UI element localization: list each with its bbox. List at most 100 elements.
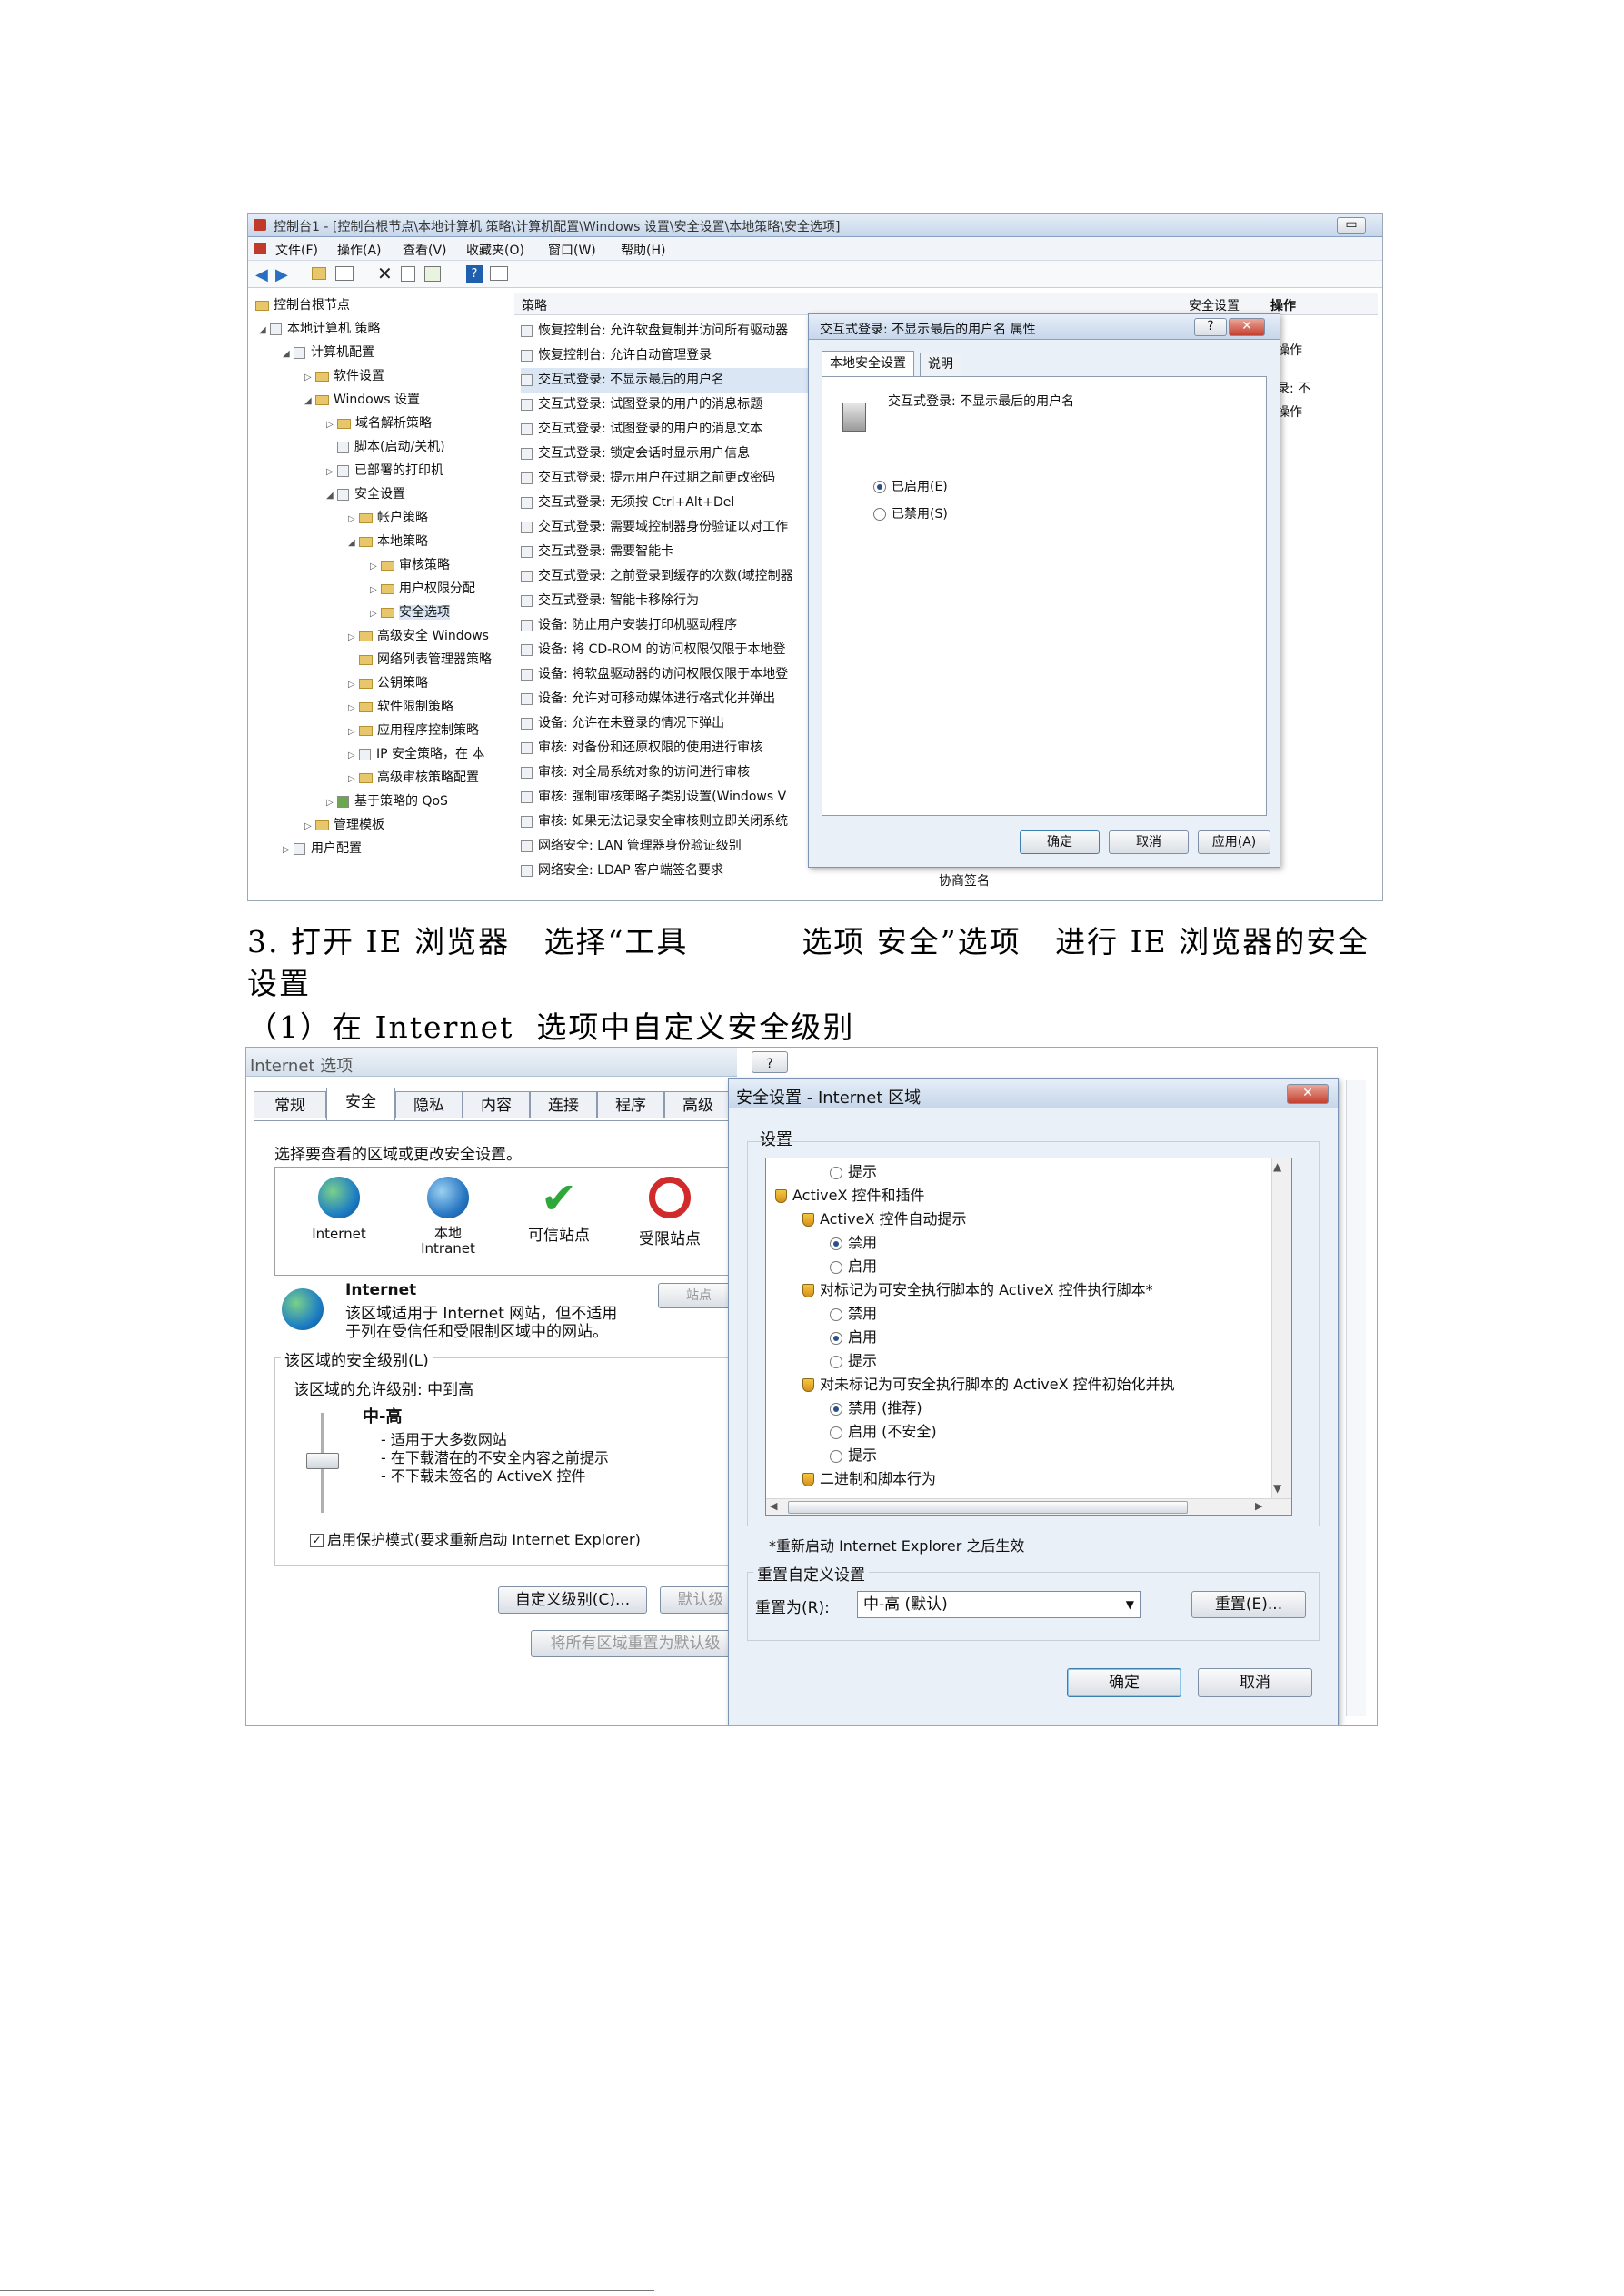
setting-option-radio[interactable]: 提示 [830,1160,877,1184]
expand-triangle-icon[interactable]: ▷ [326,791,337,815]
expand-triangle-icon[interactable]: ▷ [370,602,381,626]
policy-row[interactable]: 设备: 将 CD-ROM 的访问权限仅限于本地登 [521,638,812,662]
menu-window[interactable]: 窗口(W) [548,241,596,259]
apply-button[interactable]: 应用(A) [1198,830,1270,854]
setting-item[interactable]: 对未标记为可安全执行脚本的 ActiveX 控件初始化并执 [802,1373,1175,1396]
policy-row[interactable]: 网络安全: LAN 管理器身份验证级别 [521,834,812,859]
tree-item[interactable]: ◢ 本地计算机 策略 [259,317,380,341]
collapse-triangle-icon[interactable]: ◢ [304,390,315,413]
expand-triangle-icon[interactable]: ▷ [283,839,294,862]
menu-view[interactable]: 查看(V) [403,241,447,259]
vertical-scrollbar[interactable] [1271,1158,1291,1498]
policy-row[interactable]: 交互式登录: 不显示最后的用户名 [521,368,812,393]
zone-trusted-sites[interactable]: ✔ 可信站点 [513,1177,604,1245]
cancel-button[interactable]: 取消 [1198,1668,1312,1697]
collapse-triangle-icon[interactable]: ◢ [283,343,294,366]
menu-file[interactable]: 文件(F) [275,241,318,259]
menu-favorites[interactable]: 收藏夹(O) [466,241,524,259]
policy-row[interactable]: 审核: 对全局系统对象的访问进行审核 [521,760,812,785]
policy-row[interactable]: 交互式登录: 无须按 Ctrl+Alt+Del [521,491,812,515]
collapse-triangle-icon[interactable]: ◢ [259,319,270,343]
setting-item[interactable]: 对标记为可安全执行脚本的 ActiveX 控件执行脚本* [802,1278,1153,1302]
column-header-setting[interactable]: 安全设置 [1189,296,1240,314]
policy-row[interactable]: 设备: 防止用户安装打印机驱动程序 [521,613,812,638]
forward-icon[interactable]: ▶ [275,265,288,284]
tree-item[interactable]: ▷ IP 安全策略，在 本 [348,742,484,766]
policy-row[interactable]: 网络安全: LDAP 客户端签名要求 [521,859,812,883]
tree-item[interactable]: ▷ 应用程序控制策略 [348,719,479,742]
tree-item[interactable]: ▷ 高级安全 Windows [348,624,489,648]
policy-row[interactable]: 审核: 对备份和还原权限的使用进行审核 [521,736,812,760]
zone-internet[interactable]: Internet [294,1177,384,1242]
menu-help[interactable]: 帮助(H) [621,241,665,259]
setting-item[interactable]: ActiveX 控件自动提示 [802,1208,967,1231]
tree-item[interactable]: ▷ 公钥策略 [348,671,428,695]
policy-row[interactable]: 交互式登录: 试图登录的用户的消息文本 [521,417,812,442]
setting-option-radio[interactable]: 禁用 (推荐) [830,1396,922,1420]
cancel-button[interactable]: 取消 [1109,830,1189,854]
policy-row[interactable]: 交互式登录: 试图登录的用户的消息标题 [521,393,812,417]
expand-triangle-icon[interactable]: ▷ [326,461,337,484]
tree-item[interactable]: ▷ 用户权限分配 [370,577,475,601]
help-icon[interactable]: ? [466,265,483,283]
export-icon[interactable] [424,266,441,282]
policy-row[interactable]: 设备: 允许对可移动媒体进行格式化并弹出 [521,687,812,711]
reset-all-zones-button[interactable]: 将所有区域重置为默认级 [531,1630,740,1657]
policy-row[interactable]: 设备: 允许在未登录的情况下弹出 [521,711,812,736]
tab-programs[interactable]: 程序 [597,1091,664,1118]
policy-row[interactable]: 交互式登录: 提示用户在过期之前更改密码 [521,466,812,491]
tree-item[interactable]: ▷ 高级审核策略配置 [348,766,479,790]
expand-triangle-icon[interactable]: ▷ [304,366,315,390]
custom-level-button[interactable]: 自定义级别(C)... [498,1586,647,1614]
collapse-triangle-icon[interactable]: ◢ [326,484,337,508]
help-button[interactable]: ? [1194,318,1227,336]
tree-item[interactable]: ▷ 帐户策略 [348,506,428,530]
policy-row[interactable]: 交互式登录: 锁定会话时显示用户信息 [521,442,812,466]
tree-item[interactable]: ▷ 软件限制策略 [348,695,453,719]
window-restore-button[interactable]: ▭ [1337,217,1366,234]
setting-item[interactable]: 二进制和脚本行为 [802,1467,936,1491]
show-hide-pane-icon[interactable] [490,266,508,281]
tab-connections[interactable]: 连接 [530,1091,597,1118]
policy-row[interactable]: 恢复控制台: 允许软盘复制并访问所有驱动器 [521,319,812,343]
help-button[interactable]: ? [752,1051,788,1073]
tree-item[interactable]: 控制台根节点 [255,293,350,317]
expand-triangle-icon[interactable]: ▷ [348,697,359,721]
close-button[interactable]: ✕ [1287,1084,1329,1104]
zone-restricted-sites[interactable]: 受限站点 [624,1177,715,1248]
tree-item[interactable]: ▷ 已部署的打印机 [326,459,443,482]
column-header-policy[interactable]: 策略 [522,296,547,314]
setting-option-radio[interactable]: 提示 [830,1444,877,1467]
level-slider-thumb[interactable] [306,1453,339,1469]
tree-item[interactable]: ▷ 域名解析策略 [326,412,432,435]
policy-row[interactable]: 设备: 将软盘驱动器的访问权限仅限于本地登 [521,662,812,687]
setting-option-radio[interactable]: 禁用 [830,1231,877,1255]
scroll-thumb[interactable] [788,1501,1188,1514]
back-icon[interactable]: ◀ [255,265,268,284]
tab-privacy[interactable]: 隐私 [395,1091,463,1118]
expand-triangle-icon[interactable]: ▷ [326,413,337,437]
setting-group[interactable]: ActiveX 控件和插件 [775,1184,925,1208]
up-folder-icon[interactable] [312,267,326,280]
delete-icon[interactable]: ✕ [377,263,393,284]
tree-item[interactable]: ▷ 用户配置 [283,837,362,860]
expand-triangle-icon[interactable]: ▷ [348,768,359,791]
scroll-down-icon[interactable]: ▼ [1273,1482,1281,1495]
console-tree-icon[interactable] [335,266,354,281]
tab-local-security-setting[interactable]: 本地安全设置 [822,351,914,376]
properties-icon[interactable] [401,266,415,282]
disabled-radio[interactable]: 已禁用(S) [873,504,948,522]
tree-item[interactable]: 网络列表管理器策略 [348,648,492,671]
policy-row[interactable]: 审核: 如果无法记录安全审核则立即关闭系统 [521,810,812,834]
tab-general[interactable]: 常规 [254,1091,326,1118]
tree-item[interactable]: ◢ 本地策略 [348,530,428,553]
setting-option-radio[interactable]: 启用 [830,1326,877,1349]
tree-item[interactable]: ◢ 计算机配置 [283,341,374,364]
scroll-up-icon[interactable]: ▲ [1273,1160,1281,1173]
policy-row[interactable]: 交互式登录: 之前登录到缓存的次数(域控制器 [521,564,812,589]
policy-row[interactable]: 交互式登录: 需要域控制器身份验证以对工作 [521,515,812,540]
setting-option-radio[interactable]: 启用 [830,1255,877,1278]
enabled-radio[interactable]: 已启用(E) [873,477,948,495]
tab-explain[interactable]: 说明 [920,353,961,376]
scroll-left-icon[interactable]: ◀ [770,1500,777,1512]
